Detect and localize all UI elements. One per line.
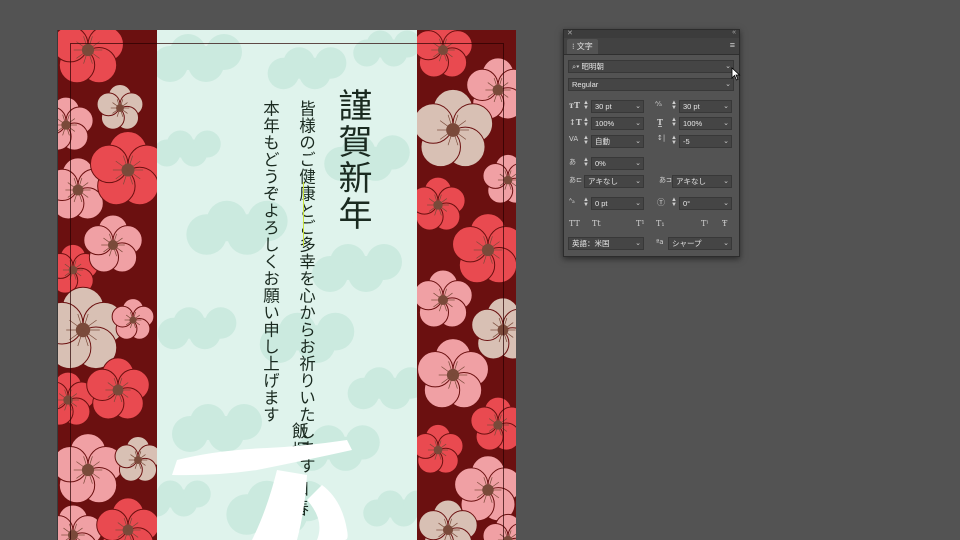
chevron-down-icon[interactable]: ⌄ (635, 198, 641, 209)
baseline-shift-stepper[interactable]: ▲ ▼ (583, 197, 589, 208)
character-panel[interactable]: ✕ « ⁝ 文字 ≡ ⌕▾ 昭明朝 ⌄ Regular ⌄ тT ▲ ▼ 30 p… (563, 29, 740, 257)
vertical-scale-icon: ↕T (569, 117, 582, 127)
greeting-title[interactable]: 謹賀新年 (332, 88, 372, 232)
font-size-icon: тT (569, 100, 580, 110)
mouse-pointer-icon (731, 67, 741, 81)
chevron-down-icon[interactable]: ⌄ (723, 101, 729, 112)
superscript-button[interactable]: T¹ (636, 219, 645, 228)
sender-given-name[interactable]: 和春 (288, 480, 308, 518)
vertical-scale-field[interactable]: 100% ⌄ (591, 117, 644, 130)
chevron-down-icon[interactable]: ⌄ (635, 101, 641, 112)
tracking-icon: ↕| (657, 134, 666, 142)
antialias-select[interactable]: シャープ ⌄ (668, 237, 732, 250)
font-size-stepper[interactable]: ▲ ▼ (583, 100, 589, 111)
horizontal-scale-icon: T̲ (657, 117, 663, 127)
small-caps-button[interactable]: Tt (592, 219, 601, 228)
aki-right-icon: あ⊐ (659, 176, 672, 184)
language-select[interactable]: 英語：米国 ⌄ (568, 237, 644, 250)
aki-left-icon: あ⊏ (569, 176, 582, 184)
font-style-field[interactable]: Regular ⌄ (568, 78, 734, 91)
strikethrough-button[interactable]: Ŧ (722, 219, 727, 228)
aki-left-field[interactable]: アキなし ⌄ (584, 175, 644, 188)
chevron-down-icon[interactable]: ⌄ (635, 176, 641, 187)
close-icon[interactable]: ✕ (567, 29, 573, 37)
leading-icon: ᴬ⁄ₐ (655, 100, 662, 108)
tab-character[interactable]: ⁝ 文字 (567, 39, 598, 54)
message-line-1[interactable]: 皆様のご健康とご多幸を心からお祈りいたします (297, 100, 316, 474)
underline-button[interactable]: T⁾ (701, 219, 708, 228)
font-size-field[interactable]: 30 pt ⌄ (591, 100, 644, 113)
tracking-stepper[interactable]: ▲ ▼ (671, 135, 677, 146)
rotation-icon: Ⓣ (657, 198, 665, 207)
chevron-down-icon[interactable]: ⌄ (723, 198, 729, 209)
baseline-shift-icon: ᴬₐ (569, 197, 575, 205)
tsume-field[interactable]: 0% ⌄ (591, 157, 644, 170)
cloud-pattern (157, 30, 417, 535)
tracking-field[interactable]: -5 ⌄ (679, 135, 732, 148)
all-caps-button[interactable]: TT (569, 219, 580, 228)
panel-titlebar[interactable]: ✕ « (564, 29, 739, 38)
chevron-down-icon[interactable]: ⌄ (635, 136, 641, 147)
tsume-stepper[interactable]: ▲ ▼ (583, 157, 589, 168)
kerning-stepper[interactable]: ▲ ▼ (583, 135, 589, 146)
horizontal-scale-stepper[interactable]: ▲ ▼ (671, 117, 677, 128)
panel-tab-bar: ⁝ 文字 ≡ (564, 38, 739, 55)
card-center-panel: 謹賀新年 皆様のご健康とご多幸を心からお祈りいたします 本年もどうぞよろしくお願… (157, 30, 417, 540)
vertical-scale-stepper[interactable]: ▲ ▼ (583, 117, 589, 128)
kerning-icon: VA (569, 135, 579, 143)
font-family-field[interactable]: ⌕▾ 昭明朝 ⌄ (568, 60, 734, 73)
panel-menu-icon[interactable]: ≡ (730, 40, 735, 50)
leading-field[interactable]: 30 pt ⌄ (679, 100, 732, 113)
collapse-icon[interactable]: « (732, 29, 736, 36)
chevron-down-icon[interactable]: ⌄ (723, 176, 729, 187)
horizontal-scale-field[interactable]: 100% ⌄ (679, 117, 732, 130)
baseline-shift-field[interactable]: 0 pt ⌄ (591, 197, 644, 210)
subscript-button[interactable]: T₁ (656, 219, 665, 228)
chevron-down-icon[interactable]: ⌄ (635, 158, 641, 169)
sender-surname[interactable]: 飯塚 (288, 422, 308, 460)
tsume-icon: あ (569, 158, 576, 166)
leading-stepper[interactable]: ▲ ▼ (671, 100, 677, 111)
chevron-down-icon[interactable]: ⌄ (723, 118, 729, 129)
chevron-down-icon[interactable]: ⌄ (723, 136, 729, 147)
chevron-down-icon[interactable]: ⌄ (723, 238, 729, 249)
artboard[interactable]: 謹賀新年 皆様のご健康とご多幸を心からお祈りいたします 本年もどうぞよろしくお願… (57, 30, 516, 540)
chevron-down-icon[interactable]: ⌄ (635, 238, 641, 249)
aki-right-field[interactable]: アキなし ⌄ (672, 175, 732, 188)
text-cursor-indicator (303, 182, 304, 246)
chevron-down-icon[interactable]: ⌄ (635, 118, 641, 129)
rotation-stepper[interactable]: ▲ ▼ (671, 197, 677, 208)
message-line-2[interactable]: 本年もどうぞよろしくお願い申し上げます (261, 100, 280, 423)
antialias-icon: ªa (656, 238, 664, 246)
kerning-field[interactable]: 自動 ⌄ (591, 135, 644, 148)
rotation-field[interactable]: 0° ⌄ (679, 197, 732, 210)
